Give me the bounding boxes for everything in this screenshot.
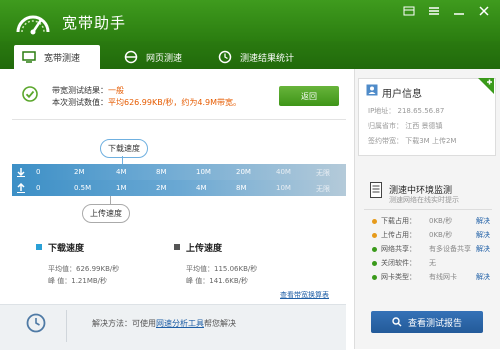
location: 归属省市： 江西 景德镇 — [368, 122, 443, 130]
add-corner-icon[interactable] — [478, 78, 494, 94]
tab-web-speed[interactable]: 网页测速 — [124, 45, 182, 69]
monitor-row-software: 关闭软件：无 — [372, 258, 436, 268]
download-tick: 0 — [36, 168, 41, 176]
download-tick: 20M — [236, 168, 251, 176]
footer-solution: 解决方法：可使用网速分析工具帮您解决 — [92, 319, 236, 328]
status-dot — [372, 232, 377, 238]
upload-row-icon — [17, 183, 25, 193]
status-dot — [372, 274, 377, 280]
divider — [66, 310, 67, 342]
status-dot — [372, 246, 377, 252]
user-info-title: 用户信息 — [382, 89, 422, 100]
tab-broadband-speed[interactable]: 宽带测速 — [14, 45, 100, 69]
ie-icon — [124, 50, 138, 64]
upload-tick: 4M — [196, 184, 207, 192]
window-controls — [403, 6, 490, 16]
download-row-icon — [17, 168, 25, 177]
fix-nic-link[interactable]: 解决 — [476, 272, 490, 282]
download-stat-title: 下载速度 — [48, 244, 85, 254]
download-tick: 无限 — [316, 169, 330, 177]
upload-stat-title: 上传速度 — [186, 244, 223, 254]
status-dot — [372, 260, 377, 266]
upload-legend-square — [174, 244, 180, 250]
monitor-subtitle: 测速网络在线实时提示 — [389, 196, 459, 204]
tab-result-stats[interactable]: 测速结果统计 — [218, 45, 294, 69]
download-tick: 10M — [196, 168, 211, 176]
tab-label: 测速结果统计 — [240, 53, 295, 64]
menu-icon[interactable] — [428, 6, 440, 16]
bandwidth-conversion-link[interactable]: 查看带宽换算表 — [280, 290, 329, 300]
monitor-icon — [22, 51, 36, 63]
download-tick: 2M — [74, 168, 85, 176]
upload-tick: 无限 — [316, 185, 330, 193]
upload-tick: 0.5M — [74, 184, 92, 192]
upload-tick: 10M — [276, 184, 291, 192]
search-icon — [392, 317, 402, 327]
download-speed-bubble: 下载速度 — [100, 139, 148, 158]
document-icon — [370, 182, 382, 198]
fix-share-link[interactable]: 解决 — [476, 244, 490, 254]
upload-tick: 0 — [36, 184, 41, 192]
result-grade: 一般 — [108, 86, 124, 95]
download-tick: 40M — [276, 168, 291, 176]
ip-address: IP地址： 218.65.56.87 — [368, 107, 445, 115]
download-avg: 平均值：626.99KB/秒 — [48, 265, 120, 273]
upload-tick: 8M — [236, 184, 247, 192]
divider — [12, 119, 346, 120]
check-icon — [22, 86, 38, 102]
download-peak: 峰 值：1.21MB/秒 — [48, 277, 108, 285]
fix-download-link[interactable]: 解决 — [476, 216, 490, 226]
contract-bandwidth: 签约带宽： 下载3M 上传2M — [368, 137, 457, 145]
status-dot — [372, 218, 377, 224]
download-speed-band — [12, 164, 346, 180]
monitor-row-upload: 上传占用： 0KB/秒 — [372, 230, 452, 240]
result-line-2: 本次测试数值：平均626.99KB/秒，约为4.9M带宽。 — [52, 97, 241, 108]
monitor-row-nic: 网卡类型： 有线网卡 — [372, 272, 457, 282]
result-label: 本次测试数值： — [52, 98, 108, 107]
tab-label: 网页测速 — [146, 53, 183, 64]
upload-tick: 2M — [156, 184, 167, 192]
divider — [364, 209, 492, 210]
speed-analysis-tool-link[interactable]: 网速分析工具 — [156, 319, 204, 328]
upload-tick: 1M — [116, 184, 127, 192]
upload-speed-band — [12, 180, 346, 196]
report-button-label: 查看测试报告 — [407, 318, 462, 329]
upload-speed-bubble: 上传速度 — [82, 204, 130, 223]
close-icon[interactable] — [478, 6, 490, 16]
user-card-icon — [366, 84, 378, 96]
speedometer-logo-icon — [16, 15, 50, 35]
minimize-icon[interactable] — [453, 6, 465, 16]
download-tick: 8M — [156, 168, 167, 176]
download-legend-square — [36, 244, 42, 250]
app-title: 宽带助手 — [62, 14, 127, 32]
upload-avg: 平均值：115.06KB/秒 — [186, 265, 258, 273]
timer-icon — [26, 313, 46, 333]
return-button[interactable]: 返回 — [279, 86, 339, 106]
monitor-row-download: 下载占用： 0KB/秒 — [372, 216, 452, 226]
view-report-button[interactable]: 查看测试报告 — [371, 311, 483, 333]
monitor-row-share: 网络共享： 有多设备共享 — [372, 244, 471, 254]
clock-icon — [218, 50, 232, 64]
result-label: 带宽测试结果： — [52, 86, 108, 95]
result-value: 平均626.99KB/秒，约为4.9M带宽。 — [108, 98, 242, 107]
tab-bar: 宽带测速 网页测速 测速结果统计 — [0, 41, 500, 69]
skin-icon[interactable] — [403, 6, 415, 16]
fix-upload-link[interactable]: 解决 — [476, 230, 490, 240]
upload-peak: 峰 值：141.6KB/秒 — [186, 277, 249, 285]
tab-label: 宽带测速 — [44, 53, 81, 64]
result-line-1: 带宽测试结果：一般 — [52, 85, 124, 96]
title-bar: 宽带助手 — [0, 0, 500, 41]
download-tick: 4M — [116, 168, 127, 176]
